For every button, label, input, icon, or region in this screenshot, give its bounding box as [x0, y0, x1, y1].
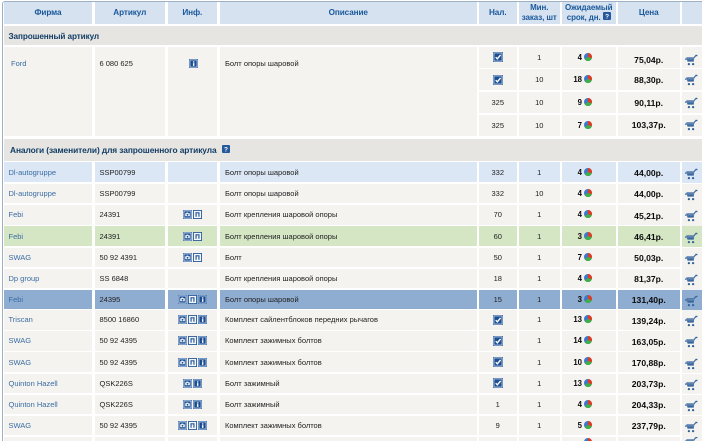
svg-text:?: ? — [605, 13, 609, 20]
svg-text:?: ? — [224, 147, 228, 154]
